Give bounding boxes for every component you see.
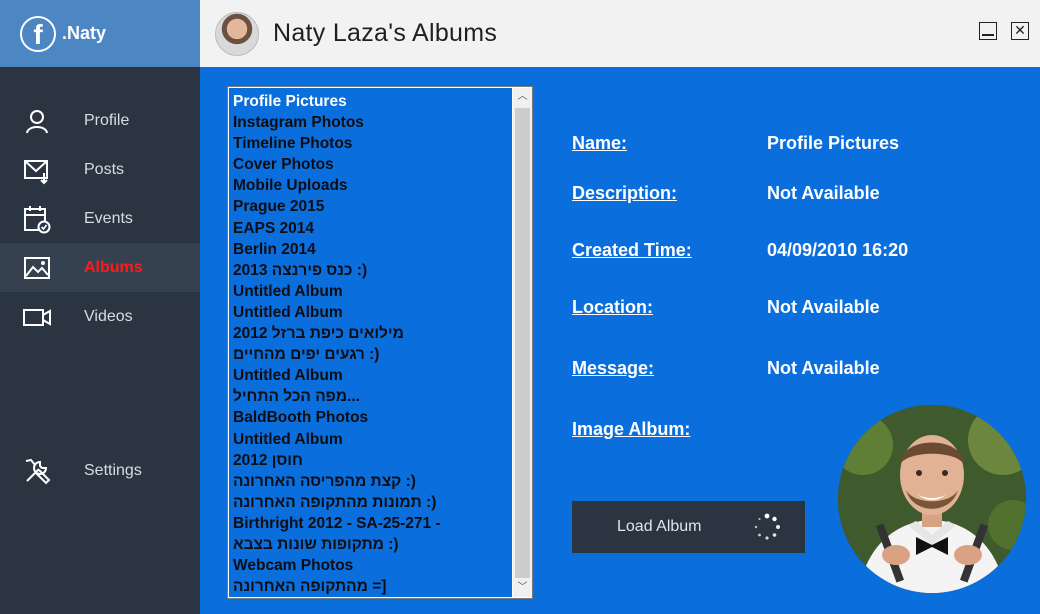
location-label: Location: — [572, 297, 653, 317]
events-icon — [24, 205, 51, 233]
videos-icon — [23, 308, 51, 326]
loading-spinner-icon — [754, 513, 780, 540]
message-value: Not Available — [767, 358, 880, 378]
list-item[interactable]: Untitled Album — [229, 365, 512, 386]
list-item[interactable]: Instagram Photos — [229, 112, 512, 133]
list-item[interactable]: Webcam Photos — [229, 555, 512, 576]
load-album-button[interactable]: Load Album — [572, 501, 805, 553]
location-value: Not Available — [767, 297, 880, 317]
list-item[interactable]: EAPS 2014 — [229, 218, 512, 239]
message-label: Message: — [572, 358, 655, 378]
sidebar-item-label: Profile — [84, 111, 130, 129]
close-button[interactable]: ✕ — [1011, 22, 1029, 40]
tools-icon — [25, 458, 51, 485]
created-time-label: Created Time: — [572, 240, 692, 260]
list-item[interactable]: 2013 כנס פירנצה :) — [229, 260, 512, 281]
sidebar-item-label: Posts — [84, 160, 125, 178]
list-item[interactable]: 2012 חוסן — [229, 450, 512, 471]
scroll-down-arrow-icon[interactable]: ﹀ — [513, 579, 532, 597]
list-item[interactable]: Mobile Uploads — [229, 175, 512, 196]
minimize-button[interactable] — [979, 22, 997, 40]
brand-name: .Naty — [62, 23, 107, 43]
scroll-up-arrow-icon[interactable]: ︿ — [513, 88, 532, 106]
albums-listbox[interactable]: Profile Pictures Instagram Photos Timeline… — [227, 86, 533, 599]
avatar — [215, 11, 259, 56]
list-item[interactable]: מילואים כיפת ברזל 2012 — [229, 323, 512, 344]
albums-list: Profile Pictures Instagram Photos Timeline… — [229, 88, 512, 597]
page-title: Naty Laza's Albums — [273, 19, 498, 47]
description-label: Description: — [572, 183, 678, 203]
name-value: Profile Pictures — [767, 133, 900, 153]
brand-bar: f .Naty — [0, 0, 200, 67]
list-item[interactable]: Untitled Album — [229, 302, 512, 323]
facebook-logo-icon: f — [20, 15, 56, 52]
sidebar-item-videos[interactable]: Videos — [0, 292, 200, 341]
sidebar-item-settings[interactable]: Settings — [0, 446, 200, 496]
description-value: Not Available — [767, 183, 880, 203]
list-item[interactable]: רגעים יפים מהחיים :) — [229, 344, 512, 365]
list-item[interactable]: תמונות מהתקופה האחרונה :) — [229, 492, 512, 513]
list-item[interactable]: Cover Photos — [229, 154, 512, 175]
settings-label: Settings — [84, 462, 142, 479]
image-album-label: Image Album: — [572, 419, 691, 439]
scrollbar[interactable]: ︿ ﹀ — [513, 88, 532, 597]
name-label: Name: — [572, 133, 628, 153]
posts-icon — [24, 159, 48, 184]
sidebar-item-label: Events — [84, 209, 133, 227]
list-item[interactable]: קצת מהפריסה האחרונה :) — [229, 471, 512, 492]
created-time-value: 04/09/2010 16:20 — [767, 240, 909, 260]
sidebar-item-events[interactable]: Events — [0, 194, 200, 243]
sidebar-item-profile[interactable]: Profile — [0, 96, 200, 145]
profile-photo — [838, 405, 1026, 593]
list-item[interactable]: Untitled Album — [229, 429, 512, 450]
load-album-label: Load Album — [617, 518, 702, 535]
sidebar-item-label: Videos — [84, 307, 133, 325]
list-item[interactable]: מפה הכל התחיל... — [229, 386, 512, 407]
sidebar-nav: Profile Posts Events Albums Videos — [0, 96, 200, 341]
sidebar-item-label: Albums — [84, 258, 143, 276]
list-item[interactable]: Berlin 2014 — [229, 239, 512, 260]
scroll-thumb[interactable] — [515, 108, 530, 578]
list-item[interactable]: Prague 2015 — [229, 196, 512, 217]
sidebar-item-albums[interactable]: Albums — [0, 243, 200, 292]
sidebar: f .Naty Profile Posts Events Albums Vide… — [0, 0, 200, 614]
list-item[interactable]: Timeline Photos — [229, 133, 512, 154]
sidebar-item-posts[interactable]: Posts — [0, 145, 200, 194]
list-item[interactable]: מהתקופה האחרונה =] — [229, 576, 512, 597]
profile-icon — [26, 109, 48, 133]
list-item[interactable]: Birthright 2012 - SA-25-271 - — [229, 513, 512, 534]
list-item[interactable]: מתקופות שונות בצבא :) — [229, 534, 512, 555]
albums-icon — [24, 256, 50, 279]
list-item[interactable]: BaldBooth Photos — [229, 407, 512, 428]
title-bar: Naty Laza's Albums ✕ — [200, 0, 1040, 67]
list-item[interactable]: Profile Pictures — [229, 91, 512, 112]
list-item[interactable]: Untitled Album — [229, 281, 512, 302]
